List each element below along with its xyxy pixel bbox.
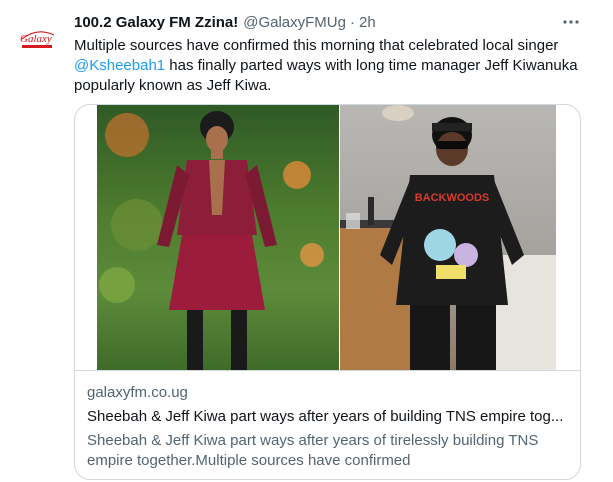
card-domain: galaxyfm.co.ug	[87, 384, 188, 401]
card-title: Sheebah & Jeff Kiwa part ways after year…	[87, 408, 564, 425]
more-horizontal-icon[interactable]	[561, 12, 581, 32]
handle[interactable]: @GalaxyFMUg	[243, 14, 346, 31]
card-photo-right: BACKWOODS	[340, 105, 556, 370]
card-meta[interactable]: galaxyfm.co.ug Sheebah & Jeff Kiwa part …	[87, 383, 567, 471]
display-name[interactable]: 100.2 Galaxy FM Zzina!	[74, 14, 238, 31]
tweet-text: Multiple sources have confirmed this mor…	[74, 36, 594, 96]
card-description: Sheebah & Jeff Kiwa part ways after year…	[87, 432, 539, 469]
svg-text:Galaxy: Galaxy	[20, 33, 52, 45]
photo-singer-illustration	[99, 111, 324, 370]
card-image[interactable]: BACKWOODS	[75, 105, 580, 371]
photo-manager-illustration: BACKWOODS	[340, 105, 556, 370]
svg-text:BACKWOODS: BACKWOODS	[415, 192, 490, 204]
galaxy-fm-logo-icon: Galaxy	[20, 31, 55, 48]
avatar[interactable]: Galaxy	[13, 14, 61, 62]
tweet[interactable]: Galaxy 100.2 Galaxy FM Zzina! @GalaxyFMU…	[0, 0, 613, 482]
tweet-header: 100.2 Galaxy FM Zzina! @GalaxyFMUg · 2h	[74, 12, 376, 32]
separator-dot: ·	[349, 13, 355, 31]
timestamp[interactable]: 2h	[359, 14, 376, 31]
link-card[interactable]: BACKWOODS galaxyfm.co.ug Sheebah & Jeff …	[74, 104, 581, 480]
card-photo-left	[97, 105, 339, 370]
mention-link[interactable]: @Ksheebah1	[74, 57, 165, 74]
tweet-text-part: Multiple sources have confirmed this mor…	[74, 37, 559, 54]
